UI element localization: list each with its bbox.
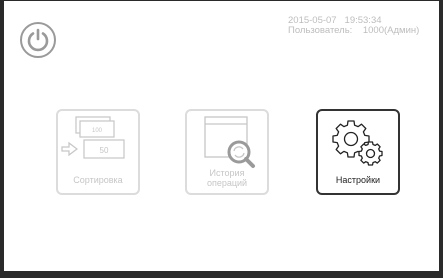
history-tile-label: История операций — [187, 168, 267, 188]
history-label-line2: операций — [206, 178, 248, 188]
note-value-top: 100 — [92, 128, 103, 134]
history-search-icon — [204, 116, 255, 168]
history-label-line1: История — [209, 168, 245, 178]
user-info: Пользователь: 1000(Админ) — [288, 26, 438, 36]
settings-tile-label: Настройки — [335, 175, 381, 185]
user-value: 1000(Админ) — [362, 25, 420, 36]
power-button[interactable] — [20, 22, 56, 58]
sort-tile-label: Сортировка — [73, 175, 123, 185]
sort-tile[interactable]: 100 50 Сортировка — [56, 109, 140, 195]
history-tile[interactable]: История операций — [185, 109, 269, 195]
status-panel: 2015-05-07 19:53:34 Пользователь: 1000(А… — [288, 16, 438, 36]
power-icon — [27, 28, 49, 52]
settings-tile[interactable]: Настройки — [316, 109, 400, 195]
note-value-front: 50 — [100, 146, 109, 155]
gears-icon — [332, 120, 383, 166]
banknote-sorting-icon: 100 50 — [61, 116, 125, 159]
user-label: Пользователь: — [288, 25, 353, 36]
